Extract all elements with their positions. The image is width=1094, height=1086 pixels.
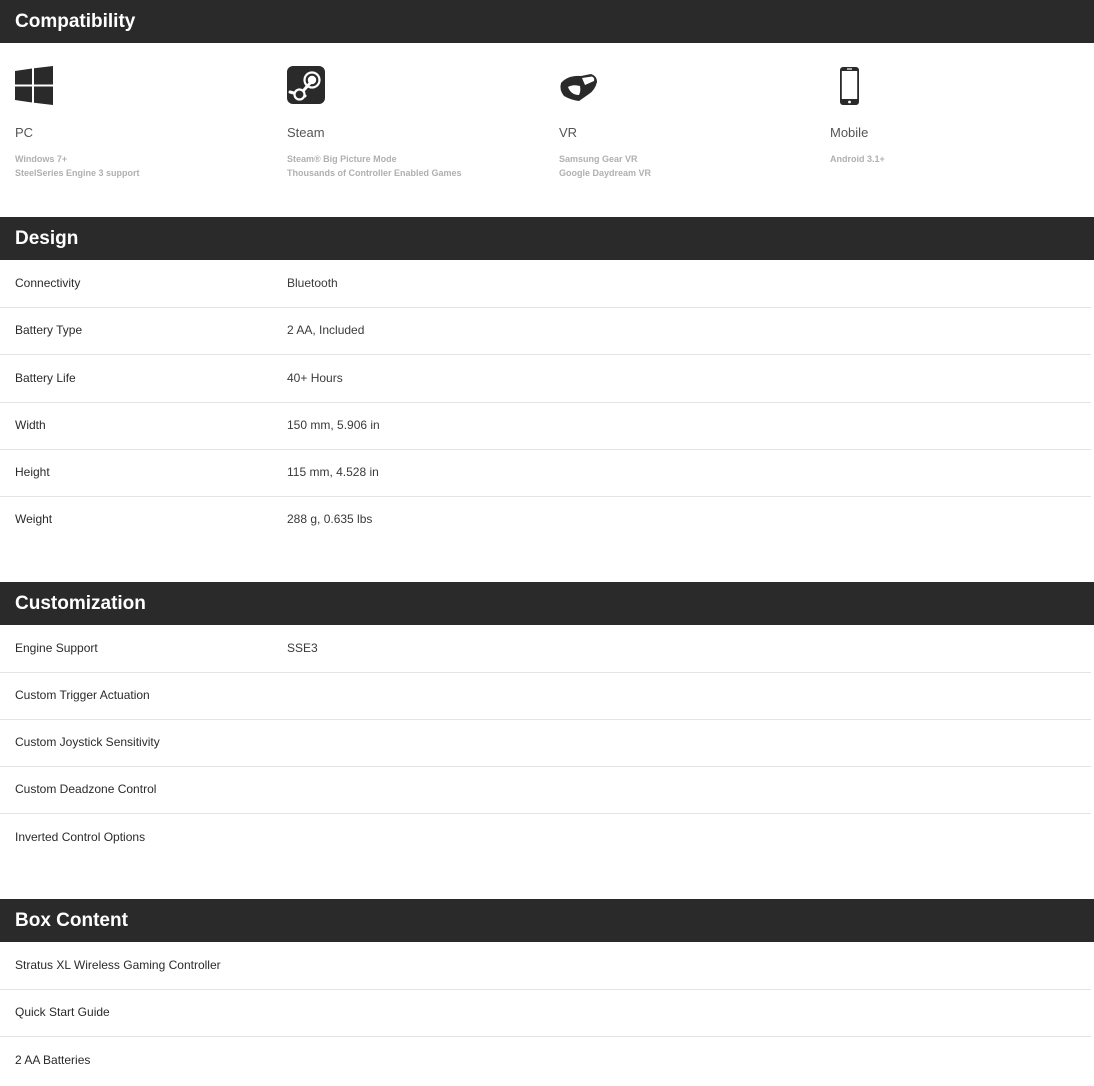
platform-mobile: Mobile Android 3.1+: [830, 66, 1080, 164]
box-content-header: Box Content: [0, 899, 1094, 942]
spec-value: 115 mm, 4.528 in: [287, 465, 379, 479]
platform-details: Steam® Big Picture Mode Thousands of Con…: [287, 152, 462, 180]
platform-details: Windows 7+ SteelSeries Engine 3 support: [15, 152, 140, 180]
box-content-label: Quick Start Guide: [15, 1005, 110, 1019]
platform-detail: Google Daydream VR: [559, 168, 652, 178]
spec-label: Custom Joystick Sensitivity: [15, 735, 160, 749]
spec-row-height: Height 115 mm, 4.528 in: [0, 449, 1091, 497]
platform-details: Samsung Gear VR Google Daydream VR: [559, 152, 651, 180]
spec-row-engine-support: Engine Support SSE3: [0, 625, 1091, 673]
platform-steam: Steam Steam® Big Picture Mode Thousands …: [287, 66, 537, 178]
platform-name: Mobile: [830, 125, 869, 140]
spec-value: Bluetooth: [287, 276, 338, 290]
spec-row-battery-life: Battery Life 40+ Hours: [0, 355, 1091, 403]
platform-detail: Android 3.1+: [830, 154, 885, 164]
customization-header: Customization: [0, 582, 1094, 625]
design-header: Design: [0, 217, 1094, 260]
platform-name: VR: [559, 125, 578, 140]
spec-label: Weight: [15, 512, 53, 526]
platform-name: PC: [15, 125, 34, 140]
spec-value: 2 AA, Included: [287, 323, 365, 337]
box-content-label: 2 AA Batteries: [15, 1053, 91, 1067]
spec-row-joystick-sensitivity: Custom Joystick Sensitivity: [0, 719, 1091, 767]
spec-row-deadzone-control: Custom Deadzone Control: [0, 766, 1091, 814]
spec-label: Width: [15, 418, 46, 432]
spec-row-battery-type: Battery Type 2 AA, Included: [0, 307, 1091, 355]
spec-row-trigger-actuation: Custom Trigger Actuation: [0, 672, 1091, 720]
vr-headset-icon: [560, 74, 597, 101]
steam-icon: [287, 66, 325, 104]
spec-row-width: Width 150 mm, 5.906 in: [0, 402, 1091, 450]
spec-label: Battery Life: [15, 371, 76, 385]
smartphone-icon: [840, 67, 859, 105]
platform-details: Android 3.1+: [830, 152, 885, 166]
box-content-label: Stratus XL Wireless Gaming Controller: [15, 958, 221, 972]
windows-icon: [15, 66, 53, 105]
platform-detail: Samsung Gear VR: [559, 154, 638, 164]
spec-label: Battery Type: [15, 323, 83, 337]
platform-detail: Thousands of Controller Enabled Games: [287, 168, 462, 178]
spec-value: 288 g, 0.635 lbs: [287, 512, 373, 526]
spec-value: 150 mm, 5.906 in: [287, 418, 380, 432]
platform-detail: SteelSeries Engine 3 support: [15, 168, 140, 178]
spec-label: Inverted Control Options: [15, 830, 146, 844]
spec-label: Engine Support: [15, 641, 98, 655]
spec-row-weight: Weight 288 g, 0.635 lbs: [0, 496, 1091, 543]
spec-label: Custom Deadzone Control: [15, 782, 157, 796]
platform-name: Steam: [287, 125, 325, 140]
platform-detail: Windows 7+: [15, 154, 68, 164]
spec-label: Custom Trigger Actuation: [15, 688, 150, 702]
spec-value: 40+ Hours: [287, 371, 343, 385]
platform-pc: PC Windows 7+ SteelSeries Engine 3 suppo…: [15, 66, 265, 178]
spec-label: Height: [15, 465, 50, 479]
compatibility-header: Compatibility: [0, 0, 1094, 43]
platform-detail: Steam® Big Picture Mode: [287, 154, 397, 164]
box-content-item: Quick Start Guide: [0, 989, 1091, 1037]
platform-vr: VR Samsung Gear VR Google Daydream VR: [559, 66, 809, 178]
box-content-item: 2 AA Batteries: [0, 1037, 1091, 1084]
spec-label: Connectivity: [15, 276, 81, 290]
spec-row-inverted-controls: Inverted Control Options: [0, 814, 1091, 861]
spec-row-connectivity: Connectivity Bluetooth: [0, 260, 1091, 308]
spec-value: SSE3: [287, 641, 318, 655]
box-content-item: Stratus XL Wireless Gaming Controller: [0, 942, 1091, 990]
